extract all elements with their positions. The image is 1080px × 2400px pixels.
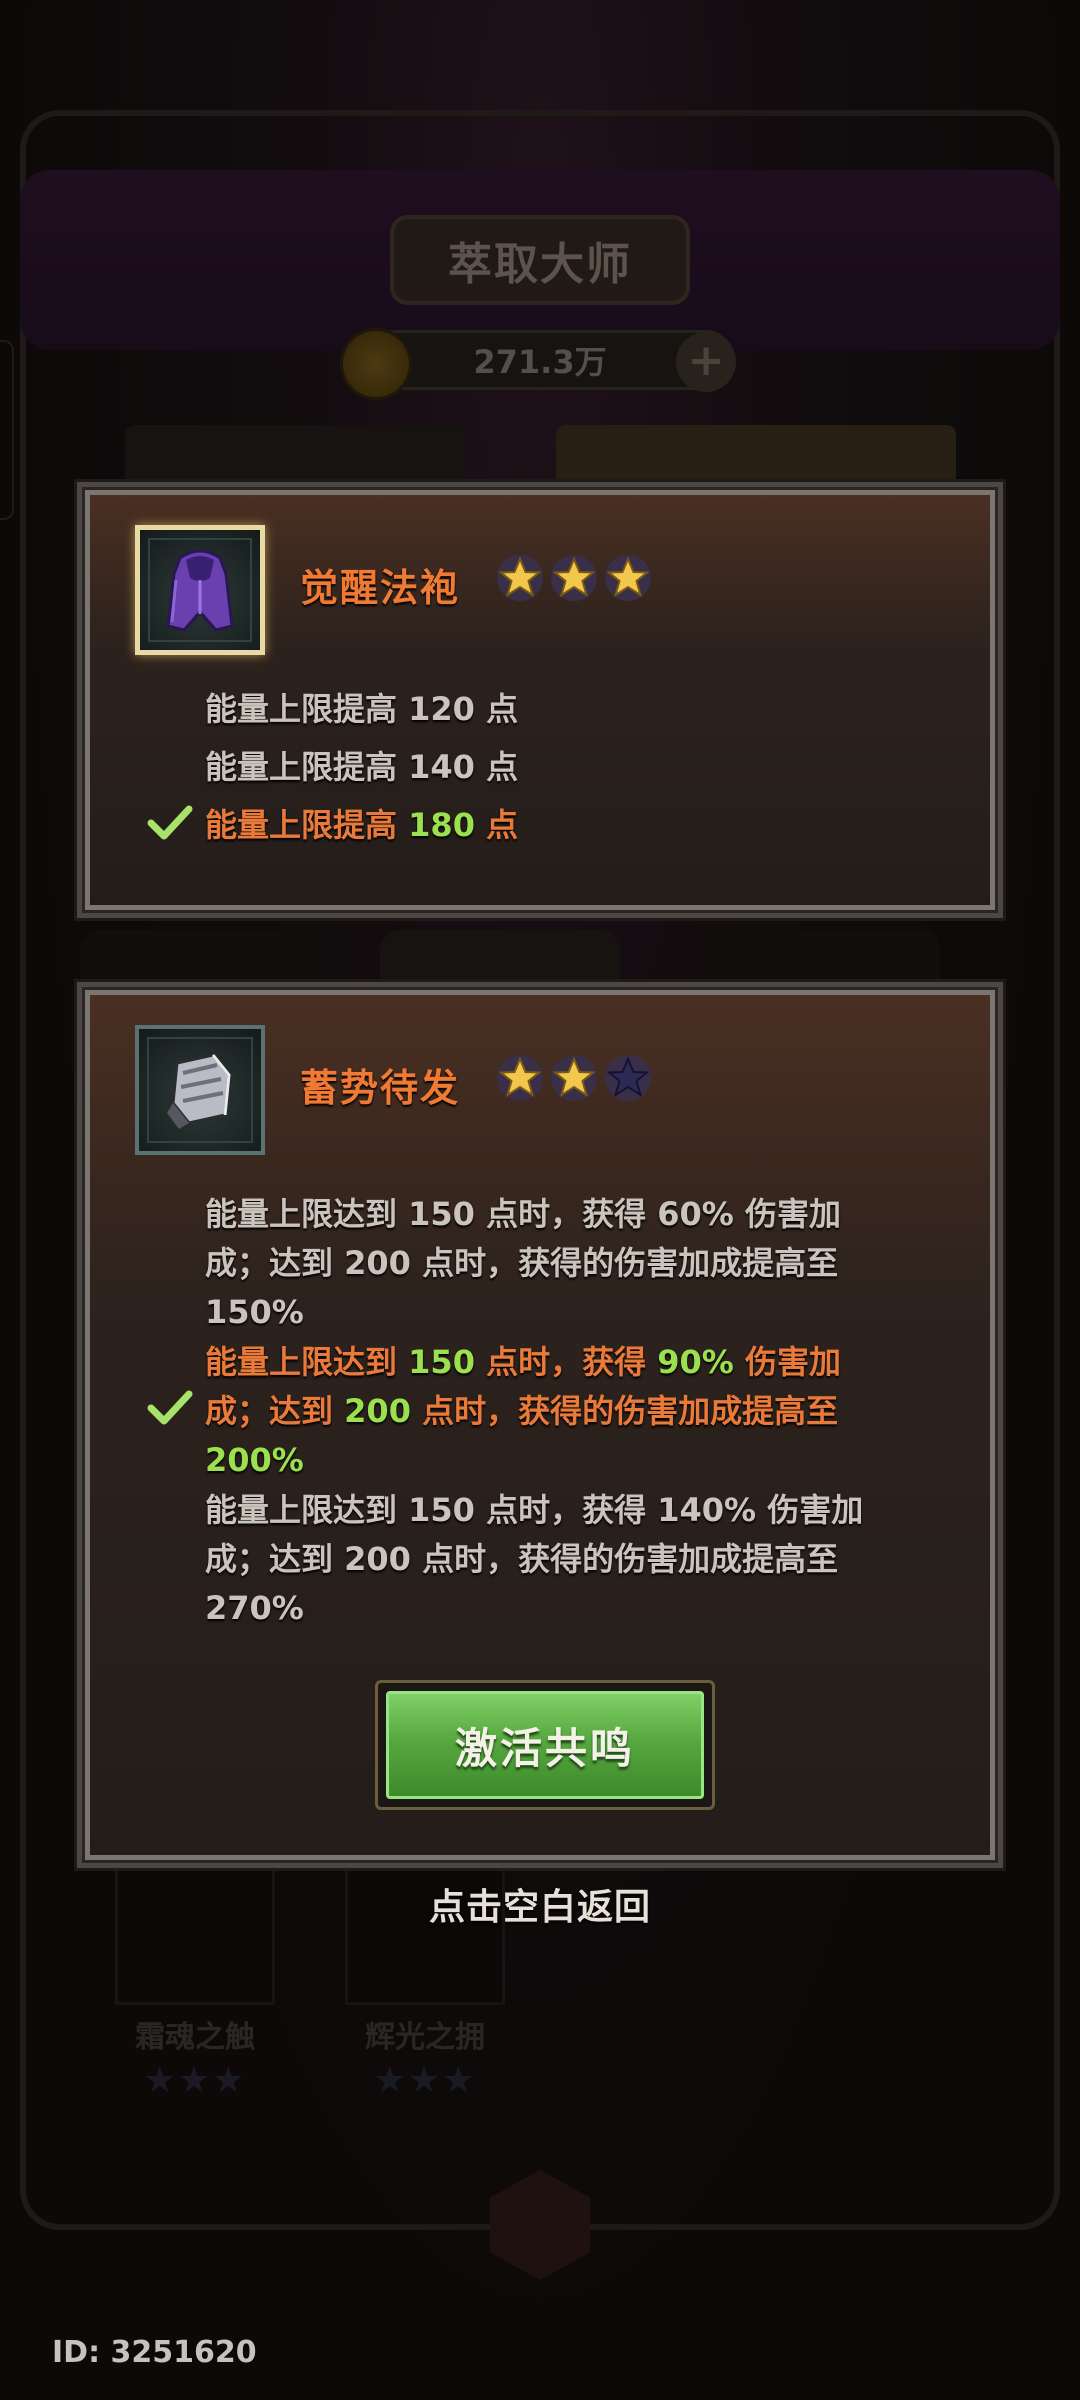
star-filled-icon <box>551 555 597 601</box>
tier-row-active: 能量上限提高 180 点 <box>147 801 950 850</box>
tier-row: 能量上限提高 120 点 <box>205 685 950 734</box>
tier-row-active: 能量上限达到 150 点时，获得 90% 伤害加 成；达到 200 点时，获得的… <box>147 1338 950 1485</box>
star-rating <box>495 1053 653 1103</box>
item-name: 觉醒法袍 <box>300 566 461 610</box>
activate-resonance-label[interactable]: 激活共鸣 <box>386 1691 704 1799</box>
item-slot-gauntlet <box>135 1025 265 1155</box>
gauntlet-icon <box>167 1053 231 1129</box>
check-icon <box>147 805 193 840</box>
item-name: 蓄势待发 <box>300 1066 461 1110</box>
star-filled-icon <box>497 1055 543 1101</box>
star-filled-icon <box>551 1055 597 1101</box>
star-rating <box>495 553 653 603</box>
tier-text: 能量上限提高 140 点 <box>205 748 519 786</box>
activate-resonance-button[interactable]: 激活共鸣 <box>375 1680 715 1810</box>
tier-row: 能量上限达到 150 点时，获得 60% 伤害加 成；达到 200 点时，获得的… <box>205 1195 841 1331</box>
star-filled-icon <box>497 555 543 601</box>
star-filled-icon <box>605 555 651 601</box>
tier-text: 能量上限提高 120 点 <box>205 690 519 728</box>
tier-row: 能量上限提高 140 点 <box>205 743 950 792</box>
robe-icon <box>166 549 234 632</box>
tap-blank-to-return-hint: 点击空白返回 <box>428 1887 651 1928</box>
resonance-panel-robe: 觉醒法袍 能量上限提高 120 点 能量上限提高 140 点 能量上限提高 18… <box>82 487 998 913</box>
check-icon <box>147 1390 193 1425</box>
star-empty-icon <box>605 1055 651 1101</box>
resonance-panel-gauntlet: 蓄势待发 能量上限达到 150 点时，获得 60% 伤害加 成；达到 200 点… <box>82 987 998 1863</box>
tier-row: 能量上限达到 150 点时，获得 140% 伤害加 成；达到 200 点时，获得… <box>205 1491 864 1627</box>
item-slot-robe <box>135 525 265 655</box>
player-id: ID: 3251620 <box>52 2335 257 2370</box>
tier-value: 180 <box>408 806 475 844</box>
